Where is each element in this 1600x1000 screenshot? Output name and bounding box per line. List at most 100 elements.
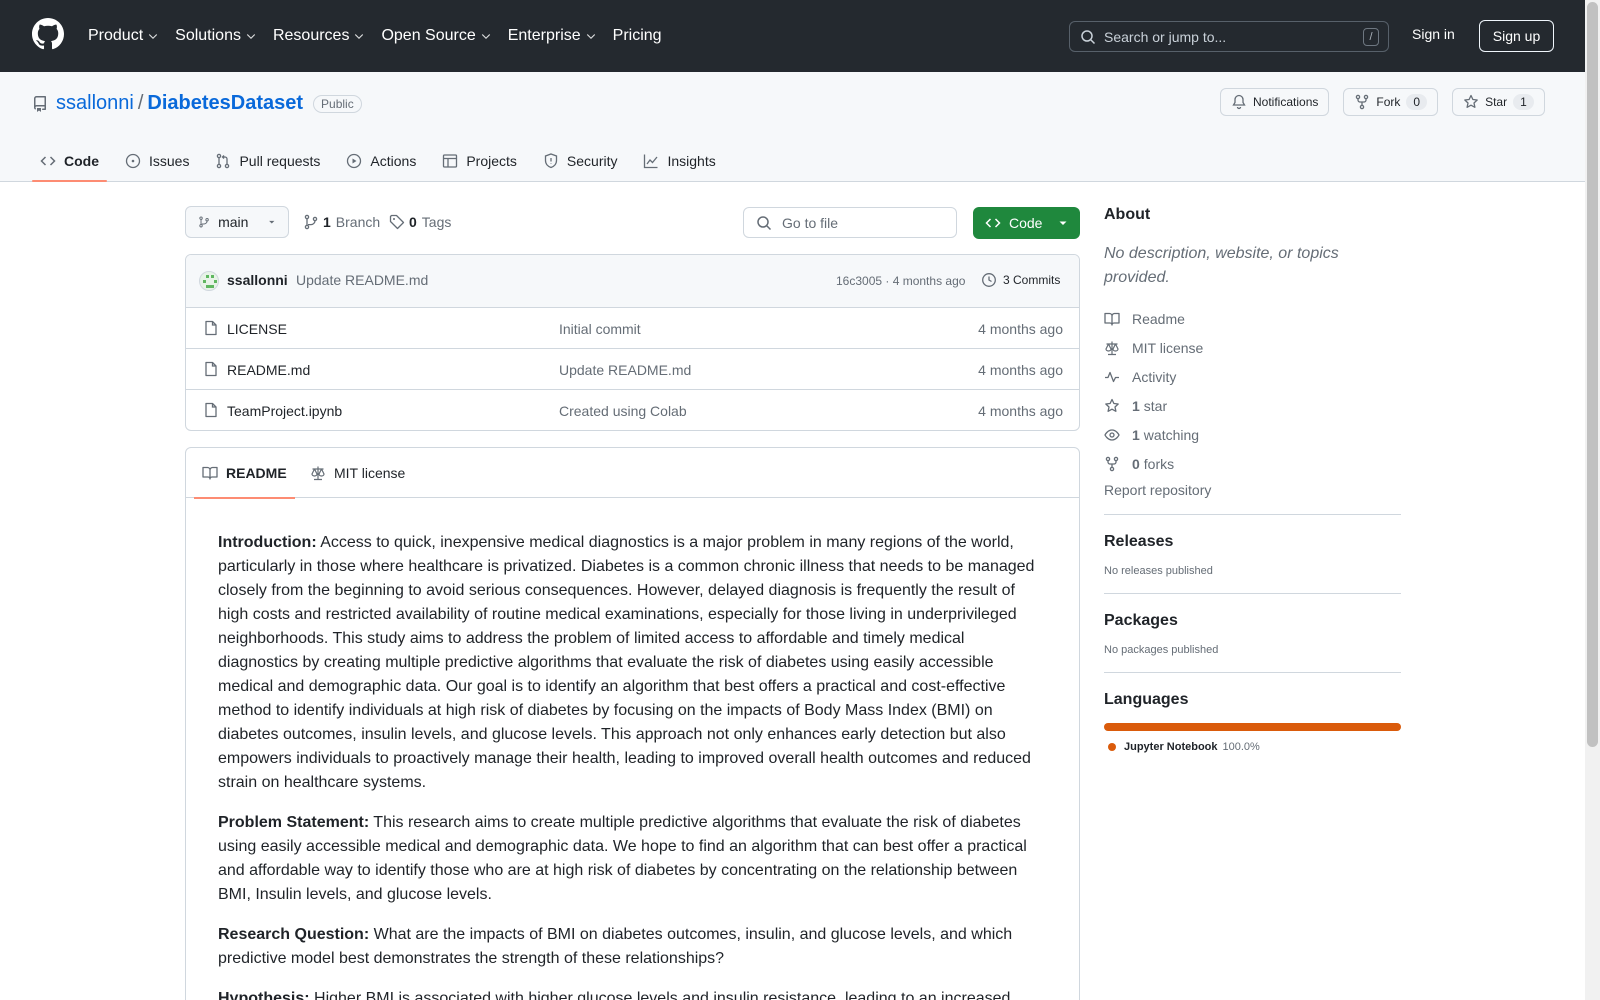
- tab-actions[interactable]: Actions: [338, 140, 424, 182]
- book-icon: [1104, 312, 1120, 326]
- nav-product[interactable]: Product: [88, 27, 159, 45]
- readme-panel: README MIT license Introduction: Access …: [185, 447, 1080, 1000]
- star-label: Star: [1485, 95, 1508, 109]
- repo-owner-link[interactable]: ssallonni: [56, 92, 134, 115]
- play-icon: [347, 153, 362, 169]
- tab-pull-requests[interactable]: Pull requests: [207, 140, 328, 182]
- nav-pricing[interactable]: Pricing: [613, 27, 662, 45]
- nav-open-source[interactable]: Open Source: [381, 27, 491, 45]
- file-name-link[interactable]: TeamProject.ipynb: [227, 403, 342, 419]
- about-description: No description, website, or topics provi…: [1104, 245, 1339, 286]
- chevron-down-icon: [148, 34, 158, 40]
- github-logo-icon[interactable]: [32, 18, 64, 50]
- paragraph-text: Access to quick, inexpensive medical dia…: [218, 534, 1035, 791]
- branch-select-button[interactable]: main: [185, 206, 289, 238]
- commit-message[interactable]: Update README.md: [296, 272, 428, 288]
- go-to-file-field[interactable]: [743, 207, 957, 238]
- file-commit-age: 4 months ago: [978, 403, 1063, 419]
- notifications-button[interactable]: Notifications: [1220, 88, 1330, 116]
- commit-author[interactable]: ssallonni: [227, 272, 288, 288]
- file-commit-age: 4 months ago: [978, 321, 1063, 337]
- activity-link[interactable]: Activity: [1104, 362, 1401, 391]
- tab-issues[interactable]: Issues: [117, 140, 197, 182]
- scrollbar-thumb[interactable]: [1587, 2, 1598, 747]
- license-link-label: MIT license: [1132, 339, 1204, 356]
- language-item[interactable]: Jupyter Notebook 100.0%: [1104, 741, 1401, 753]
- packages-section: Packages No packages published: [1104, 593, 1401, 656]
- tab-code[interactable]: Code: [32, 140, 107, 182]
- go-to-file-input[interactable]: [782, 214, 942, 231]
- commit-hash-age[interactable]: 16c3005 · 4 months ago: [836, 274, 965, 288]
- tab-actions-label: Actions: [370, 153, 417, 169]
- stars-link[interactable]: 1 star: [1104, 391, 1401, 420]
- global-search[interactable]: /: [1069, 21, 1389, 52]
- issue-icon: [125, 153, 141, 169]
- file-name-link[interactable]: LICENSE: [227, 321, 287, 337]
- page-scrollbar[interactable]: [1585, 0, 1600, 1000]
- readme-link-label: Readme: [1132, 310, 1185, 327]
- shield-icon: [544, 153, 558, 169]
- branch-icon: [304, 214, 318, 230]
- avatar[interactable]: [199, 271, 219, 291]
- history-icon: [982, 273, 996, 287]
- forks-link[interactable]: 0 forks: [1104, 449, 1401, 478]
- branches-link[interactable]: 1 Branch: [303, 214, 380, 230]
- tab-mit-license[interactable]: MIT license: [310, 448, 405, 498]
- latest-commit-bar: ssallonni Update README.md 16c3005 · 4 m…: [186, 255, 1079, 308]
- tab-security-label: Security: [566, 153, 618, 169]
- star-count: 1: [1513, 94, 1534, 110]
- file-commit-message[interactable]: Initial commit: [559, 321, 641, 337]
- tab-projects[interactable]: Projects: [434, 140, 525, 182]
- commits-count-label: 3 Commits: [1003, 273, 1061, 287]
- nav-enterprise[interactable]: Enterprise: [508, 27, 597, 45]
- about-sidebar: About No description, website, or topics…: [1104, 206, 1401, 753]
- nav-solutions[interactable]: Solutions: [175, 27, 257, 45]
- tab-readme[interactable]: README: [194, 448, 295, 499]
- tab-security[interactable]: Security: [535, 140, 626, 182]
- tab-mit-license-label: MIT license: [334, 465, 406, 481]
- language-bar: [1104, 723, 1401, 731]
- caret-down-icon: [269, 220, 275, 224]
- code-icon: [985, 218, 1001, 228]
- packages-title[interactable]: Packages: [1104, 612, 1401, 630]
- repo-name-link[interactable]: DiabetesDataset: [147, 92, 303, 115]
- tag-icon: [389, 214, 405, 230]
- license-link[interactable]: MIT license: [1104, 333, 1401, 362]
- nav-resources[interactable]: Resources: [273, 27, 365, 45]
- search-input[interactable]: [1104, 28, 1354, 45]
- global-header: Product Solutions Resources Open Source …: [0, 0, 1600, 72]
- paragraph-heading: Research Question:: [218, 926, 370, 943]
- file-row: README.md Update README.md 4 months ago: [186, 349, 1079, 390]
- sign-in-link[interactable]: Sign in: [1412, 26, 1455, 42]
- fork-button[interactable]: Fork 0: [1343, 88, 1439, 116]
- bell-icon: [1232, 94, 1246, 110]
- tab-insights[interactable]: Insights: [635, 140, 723, 182]
- tab-issues-label: Issues: [149, 153, 190, 169]
- forks-count: 0: [1132, 455, 1140, 472]
- star-icon: [1105, 398, 1119, 412]
- report-repository-link[interactable]: Report repository: [1104, 482, 1401, 498]
- branch-label: Branch: [335, 214, 381, 230]
- packages-text: No packages published: [1104, 644, 1219, 656]
- watching-count: 1: [1132, 426, 1140, 443]
- tags-link[interactable]: 0 Tags: [389, 214, 451, 230]
- star-button[interactable]: Star 1: [1452, 88, 1545, 116]
- sign-up-button[interactable]: Sign up: [1479, 20, 1554, 52]
- readme-paragraph: Introduction: Access to quick, inexpensi…: [218, 531, 1047, 795]
- readme-link[interactable]: Readme: [1104, 304, 1401, 333]
- forks-label: forks: [1143, 455, 1175, 472]
- law-icon: [311, 466, 325, 481]
- file-name-link[interactable]: README.md: [227, 362, 310, 378]
- file-commit-message[interactable]: Created using Colab: [559, 403, 687, 419]
- language-color-dot: [1108, 743, 1116, 751]
- watching-link[interactable]: 1 watching: [1104, 420, 1401, 449]
- readme-paragraph: Problem Statement: This research aims to…: [218, 811, 1047, 907]
- code-button[interactable]: Code: [973, 207, 1080, 239]
- releases-title[interactable]: Releases: [1104, 533, 1401, 551]
- watching-label: watching: [1143, 426, 1200, 443]
- commits-history-link[interactable]: 3 Commits: [981, 272, 1060, 288]
- graph-icon: [644, 154, 658, 169]
- file-commit-message[interactable]: Update README.md: [559, 362, 691, 378]
- branch-name: main: [218, 214, 249, 230]
- readme-paragraph: Hypothesis: Higher BMI is associated wit…: [218, 987, 1047, 1000]
